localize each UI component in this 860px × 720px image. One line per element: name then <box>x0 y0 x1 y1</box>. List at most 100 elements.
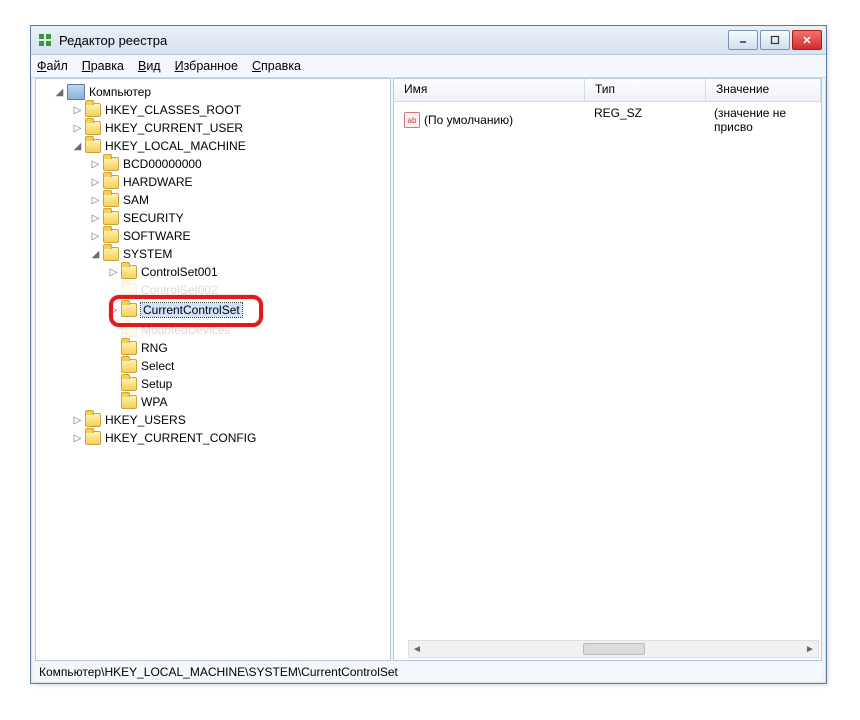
horizontal-scrollbar[interactable]: ◄ ► <box>408 640 819 658</box>
expand-icon[interactable]: ▷ <box>72 433 83 444</box>
close-button[interactable]: ✕ <box>792 30 822 50</box>
registry-tree[interactable]: ◢ Компьютер ▷ HKEY_CLASSES_ROOT ▷ HKEY_CURR… <box>35 78 391 661</box>
tree-label: MountedDevices <box>141 323 230 337</box>
expand-icon[interactable]: ▷ <box>108 267 119 278</box>
tree-node-controlset002[interactable]: ▷ ControlSet002 <box>38 281 388 299</box>
tree-node-rng[interactable]: RNG <box>38 339 388 357</box>
expand-icon[interactable] <box>108 325 119 336</box>
expand-icon[interactable]: ▷ <box>108 305 119 316</box>
regedit-app-icon <box>37 32 53 48</box>
expand-icon[interactable]: ▷ <box>72 415 83 426</box>
tree-label: ControlSet002 <box>141 283 218 297</box>
tree-label: ControlSet001 <box>141 265 218 279</box>
tree-label: HKEY_CLASSES_ROOT <box>105 103 241 117</box>
tree-node-controlset001[interactable]: ▷ ControlSet001 <box>38 263 388 281</box>
tree-label: HKEY_CURRENT_USER <box>105 121 243 135</box>
tree-node-currentcontrolset[interactable]: ▷ CurrentControlSet <box>38 299 388 321</box>
folder-icon <box>85 103 101 117</box>
column-headers: Имя Тип Значение <box>394 79 821 102</box>
menu-file[interactable]: Файл <box>37 59 68 73</box>
folder-icon <box>103 157 119 171</box>
tree-label: HKEY_CURRENT_CONFIG <box>105 431 256 445</box>
col-value[interactable]: Значение <box>706 79 821 101</box>
collapse-icon[interactable]: ◢ <box>54 87 65 98</box>
tree-label: HKEY_USERS <box>105 413 186 427</box>
tree-label: BCD00000000 <box>123 157 202 171</box>
tree-label: Setup <box>141 377 172 391</box>
folder-icon <box>121 323 137 337</box>
tree-label: Select <box>141 359 174 373</box>
folder-icon <box>103 175 119 189</box>
folder-icon <box>121 283 137 297</box>
folder-icon <box>85 139 101 153</box>
tree-node-hardware[interactable]: ▷HARDWARE <box>38 173 388 191</box>
tree-node-hkcu[interactable]: ▷ HKEY_CURRENT_USER <box>38 119 388 137</box>
menubar: Файл Правка Вид Избранное Справка <box>31 55 826 78</box>
tree-label: HKEY_LOCAL_MACHINE <box>105 139 246 153</box>
tree-label: WPA <box>141 395 167 409</box>
tree-node-sam[interactable]: ▷ SAM <box>38 191 388 209</box>
tree-node-setup[interactable]: Setup <box>38 375 388 393</box>
tree-label-selected: CurrentControlSet <box>141 303 242 317</box>
menu-fav[interactable]: Избранное <box>175 59 238 73</box>
expand-icon[interactable]: ▷ <box>90 177 101 188</box>
titlebar[interactable]: Редактор реестра ✕ <box>31 26 826 55</box>
maximize-button[interactable] <box>760 30 790 50</box>
cell-type: REG_SZ <box>584 104 704 136</box>
cell-value: (значение не присво <box>704 104 821 136</box>
tree-node-hkcr[interactable]: ▷ HKEY_CLASSES_ROOT <box>38 101 388 119</box>
tree-node-computer[interactable]: ◢ Компьютер <box>38 83 388 101</box>
folder-icon <box>103 211 119 225</box>
collapse-icon[interactable]: ◢ <box>72 141 83 152</box>
folder-icon <box>121 395 137 409</box>
tree-node-software[interactable]: ▷SOFTWARE <box>38 227 388 245</box>
value-row-default[interactable]: ab (По умолчанию) REG_SZ (значение не при… <box>394 102 821 138</box>
folder-icon <box>85 121 101 135</box>
tree-node-mounteddevices[interactable]: MountedDevices <box>38 321 388 339</box>
regedit-window: Редактор реестра ✕ Файл Правка Вид Избра… <box>30 25 827 684</box>
folder-icon <box>103 229 119 243</box>
folder-icon <box>103 247 119 261</box>
collapse-icon[interactable]: ◢ <box>90 249 101 260</box>
window-title: Редактор реестра <box>59 33 167 48</box>
tree-label: SYSTEM <box>123 247 172 261</box>
expand-icon[interactable]: ▷ <box>90 159 101 170</box>
tree-node-select[interactable]: Select <box>38 357 388 375</box>
menu-view[interactable]: Вид <box>138 59 161 73</box>
minimize-button[interactable] <box>728 30 758 50</box>
tree-label: Компьютер <box>89 85 151 99</box>
col-type[interactable]: Тип <box>585 79 706 101</box>
expand-icon[interactable]: ▷ <box>90 195 101 206</box>
value-list[interactable]: Имя Тип Значение ab (По умолчанию) REG_SZ… <box>393 78 822 661</box>
status-path: Компьютер\HKEY_LOCAL_MACHINE\SYSTEM\Curr… <box>39 665 398 679</box>
expand-icon[interactable]: ▷ <box>72 105 83 116</box>
tree-node-bcd[interactable]: ▷ BCD00000000 <box>38 155 388 173</box>
folder-icon <box>121 377 137 391</box>
tree-node-wpa[interactable]: WPA <box>38 393 388 411</box>
expand-icon[interactable]: ▷ <box>72 123 83 134</box>
expand-icon[interactable]: ▷ <box>90 231 101 242</box>
cell-name: (По умолчанию) <box>424 113 513 127</box>
scroll-right-icon[interactable]: ► <box>802 642 818 656</box>
menu-help[interactable]: Справка <box>252 59 301 73</box>
tree-node-security[interactable]: ▷ SECURITY <box>38 209 388 227</box>
computer-icon <box>67 84 85 100</box>
folder-icon <box>85 413 101 427</box>
folder-icon <box>103 193 119 207</box>
folder-icon <box>121 303 137 317</box>
scroll-thumb[interactable] <box>583 643 645 655</box>
menu-edit[interactable]: Правка <box>82 59 124 73</box>
tree-node-hklm[interactable]: ◢ HKEY_LOCAL_MACHINE <box>38 137 388 155</box>
col-name[interactable]: Имя <box>394 79 585 101</box>
tree-node-hkcc[interactable]: ▷ HKEY_CURRENT_CONFIG <box>38 429 388 447</box>
tree-label: SAM <box>123 193 149 207</box>
tree-label: SECURITY <box>123 211 184 225</box>
scroll-left-icon[interactable]: ◄ <box>409 642 425 656</box>
string-value-icon: ab <box>404 112 420 128</box>
folder-icon <box>121 265 137 279</box>
folder-icon <box>121 341 137 355</box>
expand-icon[interactable]: ▷ <box>108 285 119 296</box>
tree-node-hku[interactable]: ▷ HKEY_USERS <box>38 411 388 429</box>
expand-icon[interactable]: ▷ <box>90 213 101 224</box>
tree-node-system[interactable]: ◢ SYSTEM <box>38 245 388 263</box>
